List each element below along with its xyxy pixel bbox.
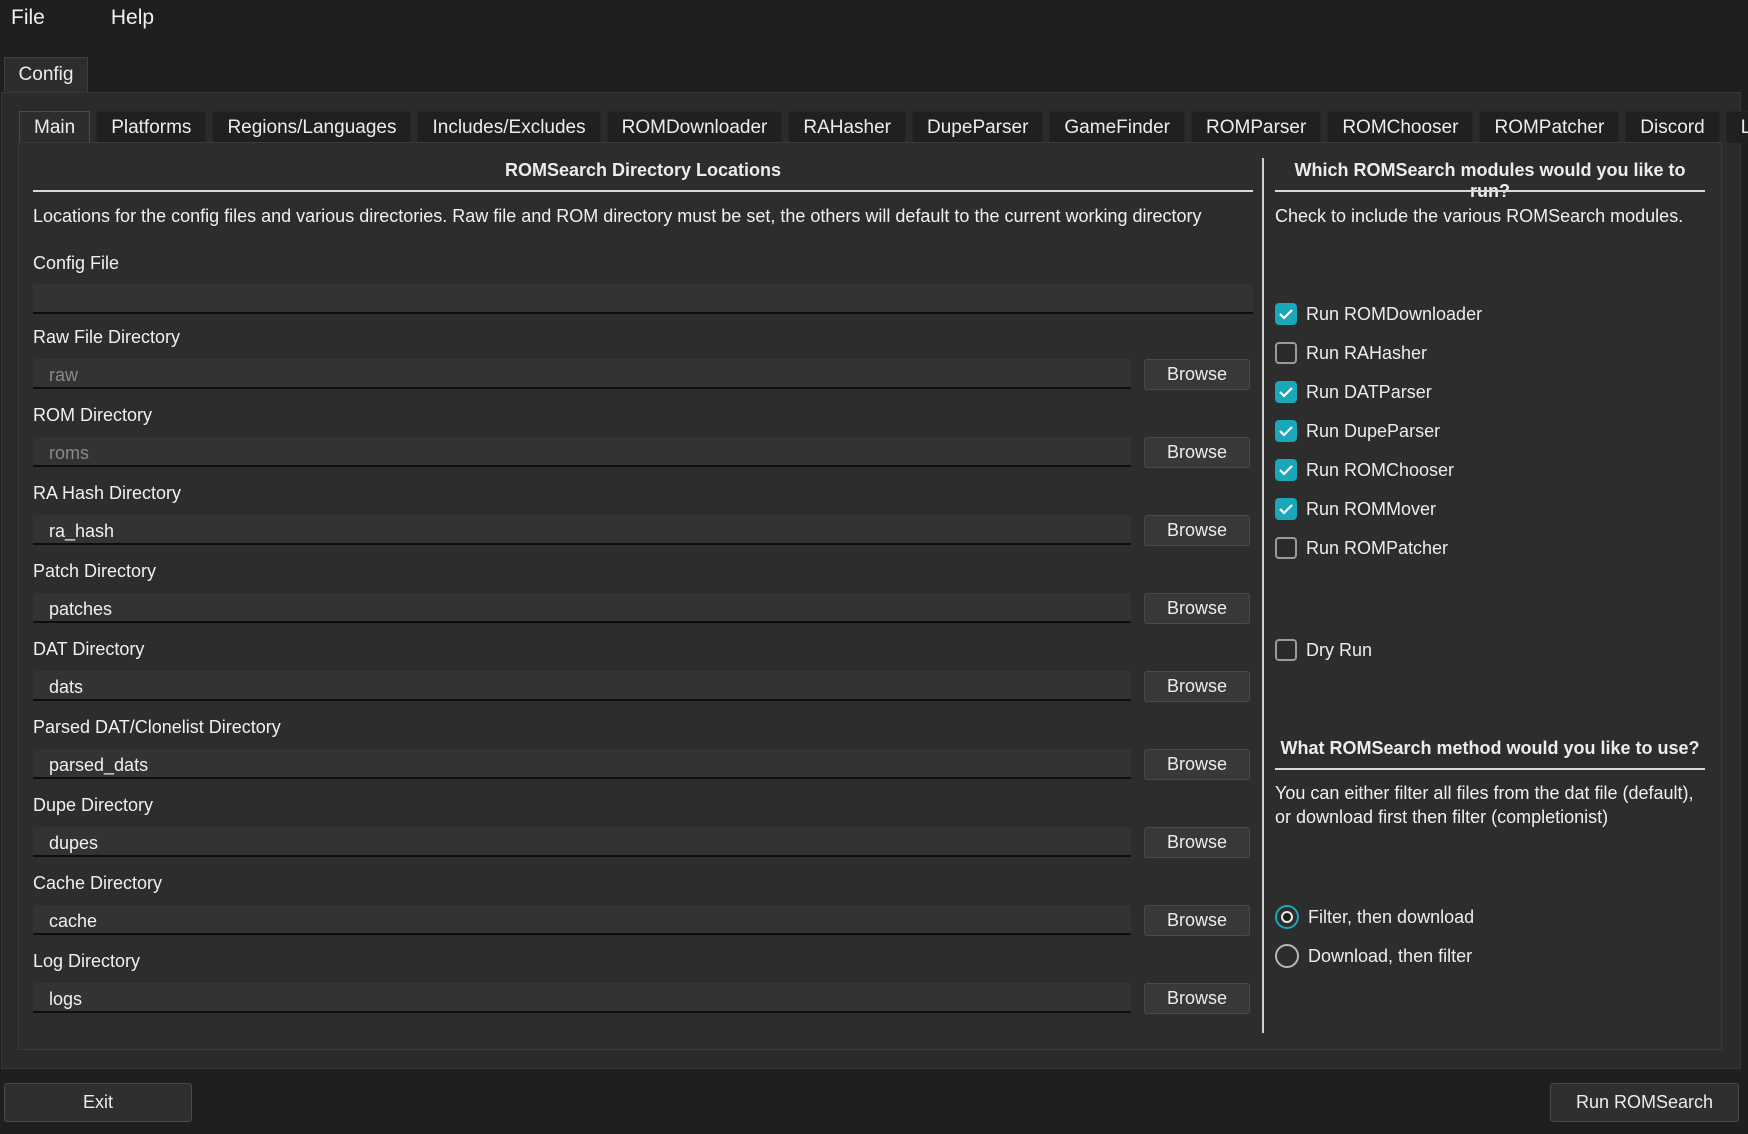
exit-button[interactable]: Exit xyxy=(4,1083,192,1122)
cache-directory-label: Cache Directory xyxy=(33,873,163,893)
module-rommover[interactable]: Run ROMMover xyxy=(1275,494,1436,524)
raw-file-browse-button[interactable]: Browse xyxy=(1144,359,1250,390)
radio-selected-icon[interactable] xyxy=(1275,905,1299,929)
raw-file-directory-field[interactable]: raw xyxy=(33,359,1131,389)
directory-description: Locations for the config files and vario… xyxy=(33,206,1202,226)
parsed-dat-browse-button[interactable]: Browse xyxy=(1144,749,1250,780)
checkbox-checked-icon[interactable] xyxy=(1275,381,1297,403)
dat-directory-field[interactable]: dats xyxy=(33,671,1131,701)
dupe-directory-label: Dupe Directory xyxy=(33,795,154,815)
module-label: Run ROMDownloader xyxy=(1306,303,1483,324)
directory-locations-title: ROMSearch Directory Locations xyxy=(504,160,782,180)
checkbox-unchecked-icon[interactable] xyxy=(1275,342,1297,364)
module-label: Run ROMChooser xyxy=(1306,459,1455,480)
raw-file-directory-label: Raw File Directory xyxy=(33,327,181,347)
tab-discord[interactable]: Discord xyxy=(1625,111,1720,143)
module-romdownloader[interactable]: Run ROMDownloader xyxy=(1275,299,1482,329)
menu-help[interactable]: Help xyxy=(111,6,154,30)
tab-includes-excludes[interactable]: Includes/Excludes xyxy=(417,111,601,143)
ra-hash-directory-field[interactable]: ra_hash xyxy=(33,515,1131,545)
checkbox-unchecked-icon[interactable] xyxy=(1275,639,1297,661)
checkbox-unchecked-icon[interactable] xyxy=(1275,537,1297,559)
checkbox-checked-icon[interactable] xyxy=(1275,420,1297,442)
method-label: Filter, then download xyxy=(1308,906,1475,927)
patch-directory-label: Patch Directory xyxy=(33,561,157,581)
checkbox-checked-icon[interactable] xyxy=(1275,303,1297,325)
tab-logger[interactable]: Logger xyxy=(1725,111,1748,143)
checkbox-checked-icon[interactable] xyxy=(1275,459,1297,481)
settings-tab-bar: Main Platforms Regions/Languages Include… xyxy=(19,111,1748,143)
tab-romchooser[interactable]: ROMChooser xyxy=(1327,111,1474,143)
rom-directory-field[interactable]: roms xyxy=(33,437,1131,467)
tab-platforms[interactable]: Platforms xyxy=(96,111,207,143)
rom-directory-browse-button[interactable]: Browse xyxy=(1144,437,1250,468)
dry-run-option[interactable]: Dry Run xyxy=(1275,635,1372,665)
log-directory-browse-button[interactable]: Browse xyxy=(1144,983,1250,1014)
radio-unselected-icon[interactable] xyxy=(1275,944,1299,968)
patch-directory-browse-button[interactable]: Browse xyxy=(1144,593,1250,624)
tab-main[interactable]: Main xyxy=(19,111,91,143)
config-file-field[interactable] xyxy=(33,284,1253,314)
tab-config[interactable]: Config xyxy=(4,57,88,92)
rom-directory-label: ROM Directory xyxy=(33,405,153,425)
method-description-line2: or download first then filter (completio… xyxy=(1275,807,1609,827)
dry-run-label: Dry Run xyxy=(1306,639,1373,660)
cache-directory-field[interactable]: cache xyxy=(33,905,1131,935)
checkbox-checked-icon[interactable] xyxy=(1275,498,1297,520)
method-filter-then-download[interactable]: Filter, then download xyxy=(1275,902,1474,932)
tab-gamefinder[interactable]: GameFinder xyxy=(1049,111,1186,143)
tab-rahasher[interactable]: RAHasher xyxy=(788,111,907,143)
dat-directory-browse-button[interactable]: Browse xyxy=(1144,671,1250,702)
config-file-label: Config File xyxy=(33,253,120,273)
module-romchooser[interactable]: Run ROMChooser xyxy=(1275,455,1454,485)
module-dupeparser[interactable]: Run DupeParser xyxy=(1275,416,1440,446)
ra-hash-browse-button[interactable]: Browse xyxy=(1144,515,1250,546)
modules-description: Check to include the various ROMSearch m… xyxy=(1275,206,1684,226)
tab-dupeparser[interactable]: DupeParser xyxy=(912,111,1044,143)
module-datparser[interactable]: Run DATParser xyxy=(1275,377,1432,407)
method-download-then-filter[interactable]: Download, then filter xyxy=(1275,941,1472,971)
modules-title-divider xyxy=(1275,190,1705,192)
module-label: Run ROMPatcher xyxy=(1306,537,1449,558)
log-directory-label: Log Directory xyxy=(33,951,141,971)
method-title-divider xyxy=(1275,768,1705,770)
cache-directory-browse-button[interactable]: Browse xyxy=(1144,905,1250,936)
tab-romparser[interactable]: ROMParser xyxy=(1191,111,1322,143)
modules-title: Which ROMSearch modules would you like t… xyxy=(1294,160,1686,201)
log-directory-field[interactable]: logs xyxy=(33,983,1131,1013)
tab-regions-languages[interactable]: Regions/Languages xyxy=(212,111,412,143)
tab-rompatcher[interactable]: ROMPatcher xyxy=(1479,111,1620,143)
menu-bar: File Help xyxy=(0,0,1748,36)
column-divider xyxy=(1262,158,1264,1033)
dupe-directory-field[interactable]: dupes xyxy=(33,827,1131,857)
run-romsearch-button[interactable]: Run ROMSearch xyxy=(1550,1083,1739,1122)
method-description-line1: You can either filter all files from the… xyxy=(1275,783,1694,803)
title-divider xyxy=(33,190,1253,192)
module-label: Run ROMMover xyxy=(1306,498,1437,519)
method-label: Download, then filter xyxy=(1308,945,1473,966)
module-label: Run RAHasher xyxy=(1306,342,1428,363)
dat-directory-label: DAT Directory xyxy=(33,639,145,659)
tab-romdownloader[interactable]: ROMDownloader xyxy=(606,111,783,143)
module-rahasher[interactable]: Run RAHasher xyxy=(1275,338,1427,368)
parsed-dat-directory-label: Parsed DAT/Clonelist Directory xyxy=(33,717,281,737)
module-label: Run DupeParser xyxy=(1306,420,1441,441)
patch-directory-field[interactable]: patches xyxy=(33,593,1131,623)
module-label: Run DATParser xyxy=(1306,381,1432,402)
dupe-directory-browse-button[interactable]: Browse xyxy=(1144,827,1250,858)
menu-file[interactable]: File xyxy=(11,6,45,30)
module-rompatcher[interactable]: Run ROMPatcher xyxy=(1275,533,1448,563)
ra-hash-directory-label: RA Hash Directory xyxy=(33,483,182,503)
parsed-dat-directory-field[interactable]: parsed_dats xyxy=(33,749,1131,779)
method-title: What ROMSearch method would you like to … xyxy=(1280,738,1700,758)
